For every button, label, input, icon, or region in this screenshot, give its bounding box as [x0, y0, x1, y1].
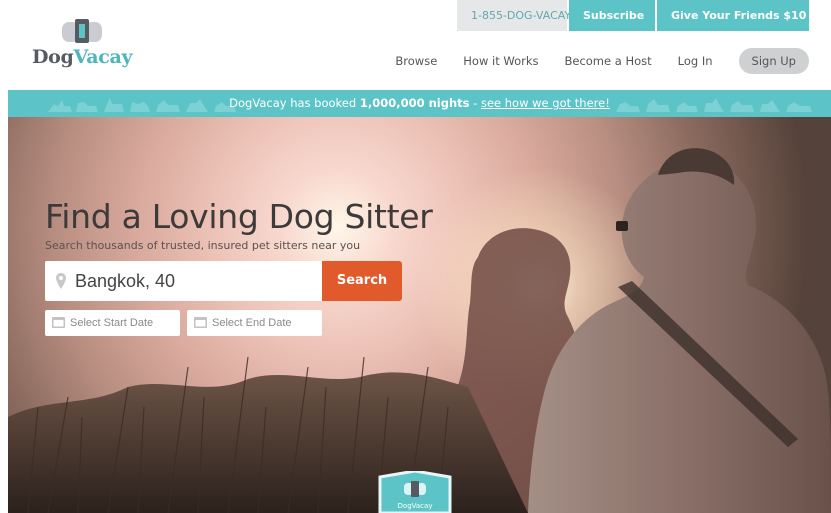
start-date-input[interactable] — [70, 310, 175, 336]
nav-log-in[interactable]: Log In — [678, 54, 713, 68]
hero-subtitle: Search thousands of trusted, insured pet… — [45, 239, 361, 252]
nav-browse[interactable]: Browse — [395, 54, 437, 68]
calendar-icon — [52, 317, 65, 328]
shield-badge-icon[interactable]: DogVacay — [376, 471, 454, 513]
hero-title: Find a Loving Dog Sitter — [45, 197, 433, 236]
hero-section: Find a Loving Dog Sitter Search thousand… — [8, 117, 831, 513]
nav-become-host[interactable]: Become a Host — [564, 54, 651, 68]
refer-friends-button[interactable]: Give Your Friends $10 — [657, 0, 809, 31]
dogvacay-logo[interactable]: DogVacay — [30, 16, 133, 76]
subscribe-button[interactable]: Subscribe — [569, 0, 655, 31]
logo-wordmark: DogVacay — [32, 46, 133, 68]
nav-how-it-works[interactable]: How it Works — [463, 54, 538, 68]
banner-separator: - — [469, 96, 481, 110]
main-nav: Browse How it Works Become a Host Log In… — [369, 48, 809, 74]
end-date-input[interactable] — [212, 310, 317, 336]
top-strip: 1-855-DOG-VACAY Subscribe Give Your Frie… — [457, 0, 809, 31]
banner-highlight: 1,000,000 nights — [359, 96, 470, 110]
map-pin-icon — [56, 273, 66, 289]
badge-label: DogVacay — [398, 502, 433, 510]
milestone-banner: DogVacay has booked 1,000,000 nights - s… — [8, 90, 831, 117]
location-input[interactable] — [75, 261, 315, 301]
end-date-field[interactable] — [187, 310, 322, 336]
logo-bone-icon — [62, 19, 102, 43]
dog-silhouettes-decoration-right — [616, 98, 812, 112]
start-date-field[interactable] — [45, 310, 180, 336]
sign-up-button[interactable]: Sign Up — [738, 48, 809, 74]
banner-prefix: DogVacay has booked — [229, 96, 357, 110]
location-search-field[interactable] — [45, 261, 323, 301]
phone-number-link[interactable]: 1-855-DOG-VACAY — [457, 0, 571, 31]
calendar-icon — [194, 317, 207, 328]
search-button[interactable]: Search — [322, 261, 402, 301]
see-how-link[interactable]: see how we got there! — [481, 96, 610, 110]
site-header: DogVacay 1-855-DOG-VACAY Subscribe Give … — [0, 0, 831, 90]
